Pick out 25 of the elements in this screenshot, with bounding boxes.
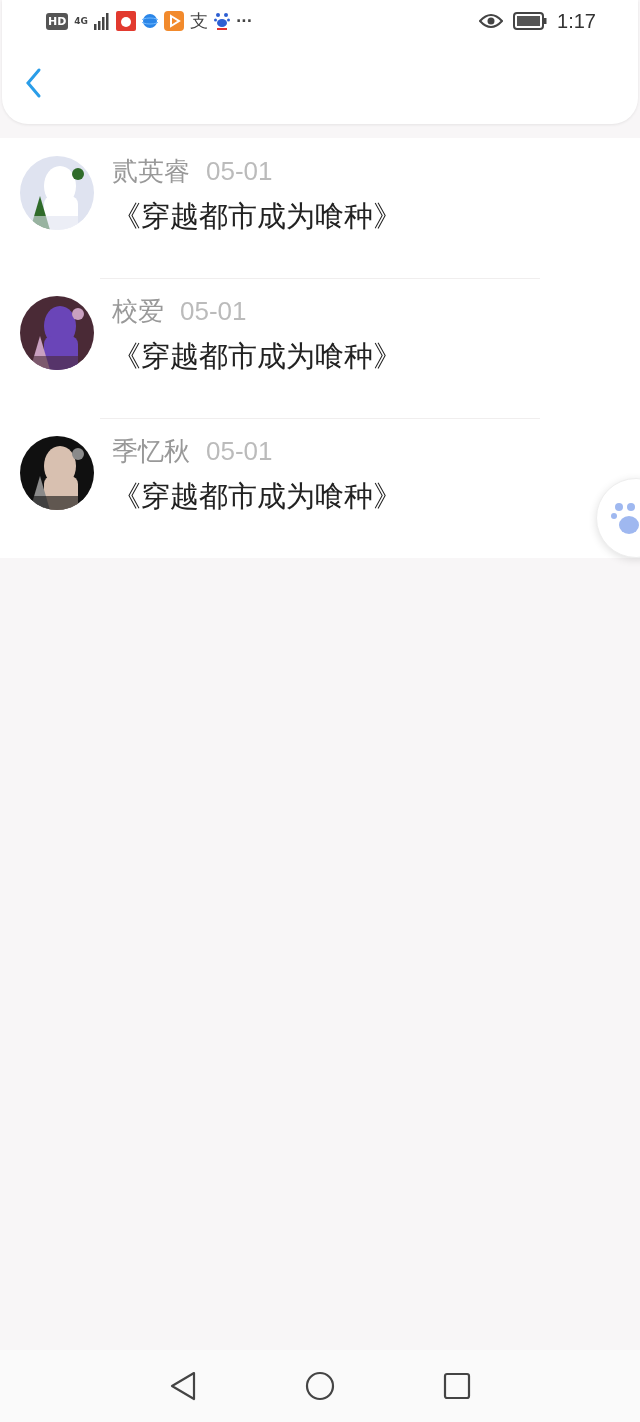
back-button[interactable] [24,67,42,99]
user-name: 季忆秋 [112,435,190,468]
user-name: 贰英睿 [112,155,190,188]
comment-text: 《穿越都市成为喰种》 [112,338,402,375]
home-nav-icon[interactable] [305,1371,335,1401]
back-nav-icon[interactable] [169,1371,197,1401]
eye-icon [479,13,504,29]
comment-date: 05-01 [206,436,273,467]
comment-date: 05-01 [180,296,247,327]
app-glyph: 支 [190,9,208,33]
paw-icon [611,501,640,535]
recents-nav-icon[interactable] [443,1372,471,1400]
paw-icon [214,11,230,31]
hd-badge: HD [46,12,69,30]
comment-text: 《穿越都市成为喰种》 [112,198,402,235]
clock-time: 1:17 [557,9,596,33]
more-indicator: ··· [236,13,252,29]
user-name: 校爱 [112,295,164,328]
battery-icon [513,12,548,30]
globe-icon [142,13,158,29]
comment-date: 05-01 [206,156,273,187]
play-icon [164,11,184,31]
signal-icon [94,12,110,30]
network-type: 4G [74,16,88,26]
comment-text: 《穿越都市成为喰种》 [112,478,402,515]
